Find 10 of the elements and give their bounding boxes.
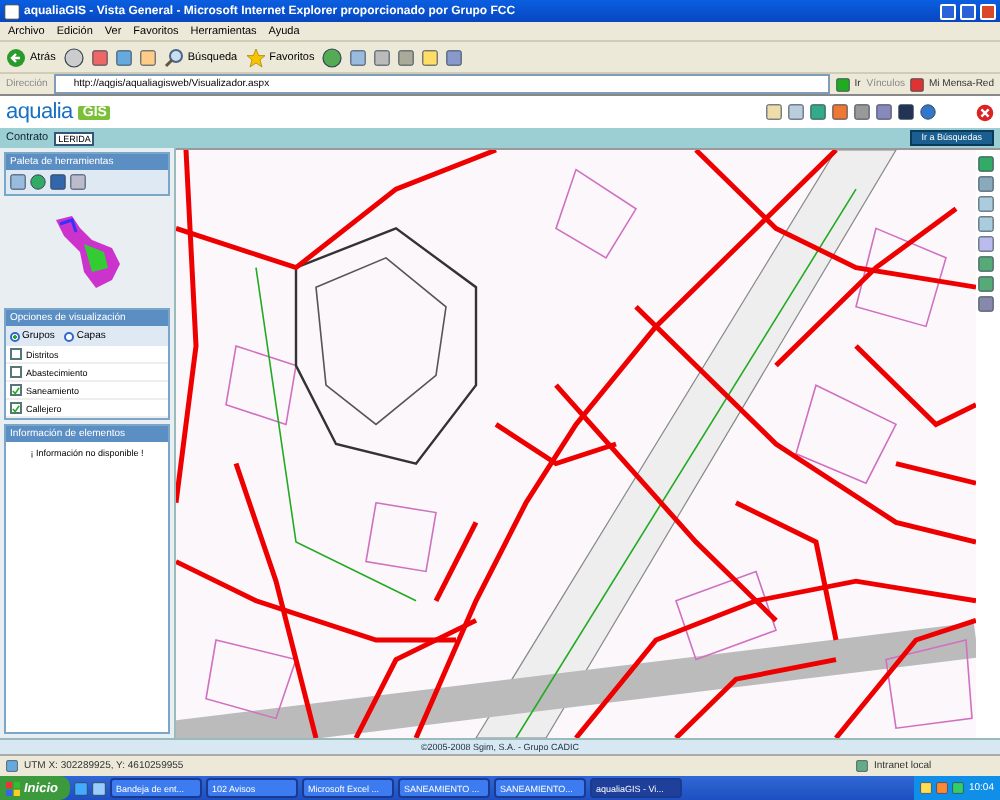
star-icon[interactable] bbox=[245, 47, 266, 67]
windows-logo-icon bbox=[6, 781, 20, 795]
maximize-button[interactable] bbox=[960, 3, 976, 19]
logo-text: aqualia bbox=[6, 100, 73, 124]
search-icon[interactable] bbox=[163, 47, 184, 67]
minimize-button[interactable] bbox=[940, 3, 956, 19]
close-icon[interactable] bbox=[976, 103, 994, 121]
overview-map-drawing bbox=[51, 212, 123, 292]
back-arrow-icon[interactable] bbox=[6, 47, 26, 67]
close-button[interactable] bbox=[980, 3, 996, 19]
